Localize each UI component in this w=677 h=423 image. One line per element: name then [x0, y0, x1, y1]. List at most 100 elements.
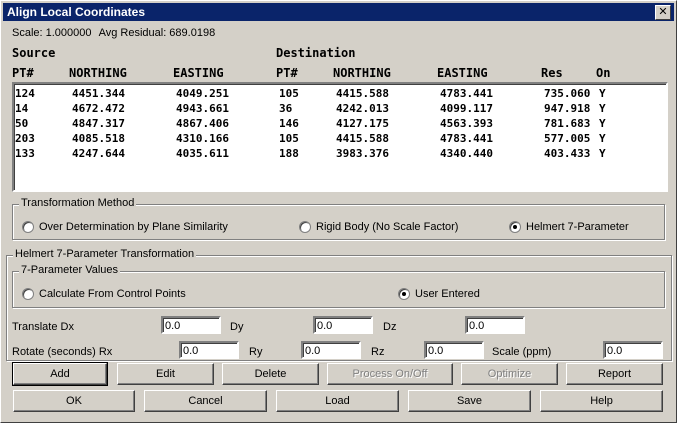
rigid-body-radio[interactable]: [299, 221, 311, 233]
helmert-label[interactable]: Helmert 7-Parameter: [526, 221, 629, 233]
scale-text: Scale: 1.000000: [12, 27, 92, 39]
rotate-rx-label: Rotate (seconds) Rx: [12, 346, 113, 358]
col-src-easting: EASTING: [173, 66, 224, 80]
close-icon[interactable]: ✕: [655, 5, 671, 20]
table-cell: Y: [599, 132, 606, 145]
table-cell: 4099.117: [440, 102, 493, 115]
table-cell: 146: [279, 117, 299, 130]
dx-field[interactable]: 0.0: [161, 316, 221, 334]
table-cell: 4242.013: [336, 102, 389, 115]
over-determination-label[interactable]: Over Determination by Plane Similarity: [39, 221, 228, 233]
rz-label: Rz: [371, 346, 385, 358]
process-on-off-button[interactable]: Process On/Off: [327, 363, 453, 385]
table-cell: 4451.344: [72, 87, 125, 100]
table-cell: 3983.376: [336, 147, 389, 160]
col-dst-easting: EASTING: [437, 66, 488, 80]
table-cell: 36: [279, 102, 293, 115]
table-cell: 105: [279, 132, 299, 145]
table-cell: 577.005: [544, 132, 591, 145]
table-row[interactable]: 133 4247.644 4035.611 188 3983.376 4340.440 40…: [14, 147, 666, 161]
delete-button[interactable]: Delete: [222, 363, 319, 385]
table-row[interactable]: 203 4085.518 4310.166 105 4415.588 4783.441 57…: [14, 132, 666, 146]
ok-button[interactable]: OK: [13, 390, 135, 412]
window-title: Align Local Coordinates: [7, 5, 146, 19]
table-row[interactable]: 124 4451.344 4049.251 105 4415.588 4783.441 73…: [14, 87, 666, 101]
table-cell: 947.918: [544, 102, 591, 115]
calculate-label[interactable]: Calculate From Control Points: [39, 288, 186, 300]
load-button[interactable]: Load: [276, 390, 399, 412]
col-src-pt: PT#: [12, 66, 34, 80]
table-cell: 4943.661: [176, 102, 229, 115]
destination-heading: Destination: [276, 46, 356, 60]
table-cell: 4783.441: [440, 87, 493, 100]
table-cell: 4415.588: [336, 132, 389, 145]
edit-button[interactable]: Edit: [117, 363, 214, 385]
over-determination-radio[interactable]: [22, 221, 34, 233]
scale-ppm-field[interactable]: 0.0: [603, 341, 663, 359]
avg-residual-text: Avg Residual: 689.0198: [98, 27, 216, 39]
parameter-values-label: 7-Parameter Values: [19, 264, 121, 276]
table-cell: 4867.406: [176, 117, 229, 130]
scale-readout: Scale: 1.000000 Avg Residual: 689.0198: [12, 27, 215, 39]
table-cell: Y: [599, 117, 606, 130]
coordinate-pairs-list[interactable]: 124 4451.344 4049.251 105 4415.588 4783.441 73…: [12, 82, 668, 192]
table-cell: 403.433: [544, 147, 591, 160]
col-on: On: [596, 66, 611, 80]
transformation-method-label: Transformation Method: [19, 197, 137, 209]
table-cell: 4340.440: [440, 147, 493, 160]
dz-field[interactable]: 0.0: [465, 316, 525, 334]
col-dst-pt: PT#: [276, 66, 298, 80]
table-cell: 781.683: [544, 117, 591, 130]
title-bar[interactable]: Align Local Coordinates ✕: [3, 3, 674, 21]
translate-dx-label: Translate Dx: [12, 321, 74, 333]
help-button[interactable]: Help: [540, 390, 663, 412]
rigid-body-label[interactable]: Rigid Body (No Scale Factor): [316, 221, 458, 233]
table-cell: 4415.588: [336, 87, 389, 100]
user-entered-label[interactable]: User Entered: [415, 288, 480, 300]
table-cell: 50: [15, 117, 29, 130]
cancel-button[interactable]: Cancel: [144, 390, 267, 412]
table-cell: 4783.441: [440, 132, 493, 145]
table-cell: 4672.472: [72, 102, 125, 115]
user-entered-radio[interactable]: [398, 288, 410, 300]
helmert-radio[interactable]: [509, 221, 521, 233]
dialog-window: Align Local Coordinates ✕ Scale: 1.00000…: [0, 0, 677, 423]
dy-label: Dy: [230, 321, 244, 333]
save-button[interactable]: Save: [408, 390, 531, 412]
table-cell: Y: [599, 102, 606, 115]
calculate-radio[interactable]: [22, 288, 34, 300]
table-cell: 4310.166: [176, 132, 229, 145]
table-cell: 203: [15, 132, 35, 145]
table-cell: 4085.518: [72, 132, 125, 145]
table-row[interactable]: 14 4672.472 4943.661 36 4242.013 4099.117 947.…: [14, 102, 666, 116]
report-button[interactable]: Report: [566, 363, 663, 385]
table-cell: 4847.317: [72, 117, 125, 130]
col-src-northing: NORTHING: [69, 66, 127, 80]
col-res: Res: [541, 66, 563, 80]
optimize-button[interactable]: Optimize: [461, 363, 558, 385]
source-heading: Source: [12, 46, 56, 60]
col-dst-northing: NORTHING: [333, 66, 391, 80]
table-cell: 4035.611: [176, 147, 229, 160]
dz-label: Dz: [383, 321, 397, 333]
ry-field[interactable]: 0.0: [301, 341, 361, 359]
table-cell: 4127.175: [336, 117, 389, 130]
table-cell: 133: [15, 147, 35, 160]
ry-label: Ry: [249, 346, 263, 358]
add-button[interactable]: Add: [12, 362, 108, 386]
table-cell: Y: [599, 147, 606, 160]
table-cell: 124: [15, 87, 35, 100]
table-cell: 4049.251: [176, 87, 229, 100]
table-cell: 14: [15, 102, 29, 115]
dy-field[interactable]: 0.0: [313, 316, 373, 334]
rz-field[interactable]: 0.0: [424, 341, 484, 359]
scale-ppm-label: Scale (ppm): [492, 346, 552, 358]
table-cell: Y: [599, 87, 606, 100]
table-cell: 4247.644: [72, 147, 125, 160]
table-cell: 735.060: [544, 87, 591, 100]
table-cell: 4563.393: [440, 117, 493, 130]
table-row[interactable]: 50 4847.317 4867.406 146 4127.175 4563.393 781…: [14, 117, 666, 131]
helmert-group-label: Helmert 7-Parameter Transformation: [13, 248, 197, 260]
rx-field[interactable]: 0.0: [179, 341, 239, 359]
table-cell: 188: [279, 147, 299, 160]
